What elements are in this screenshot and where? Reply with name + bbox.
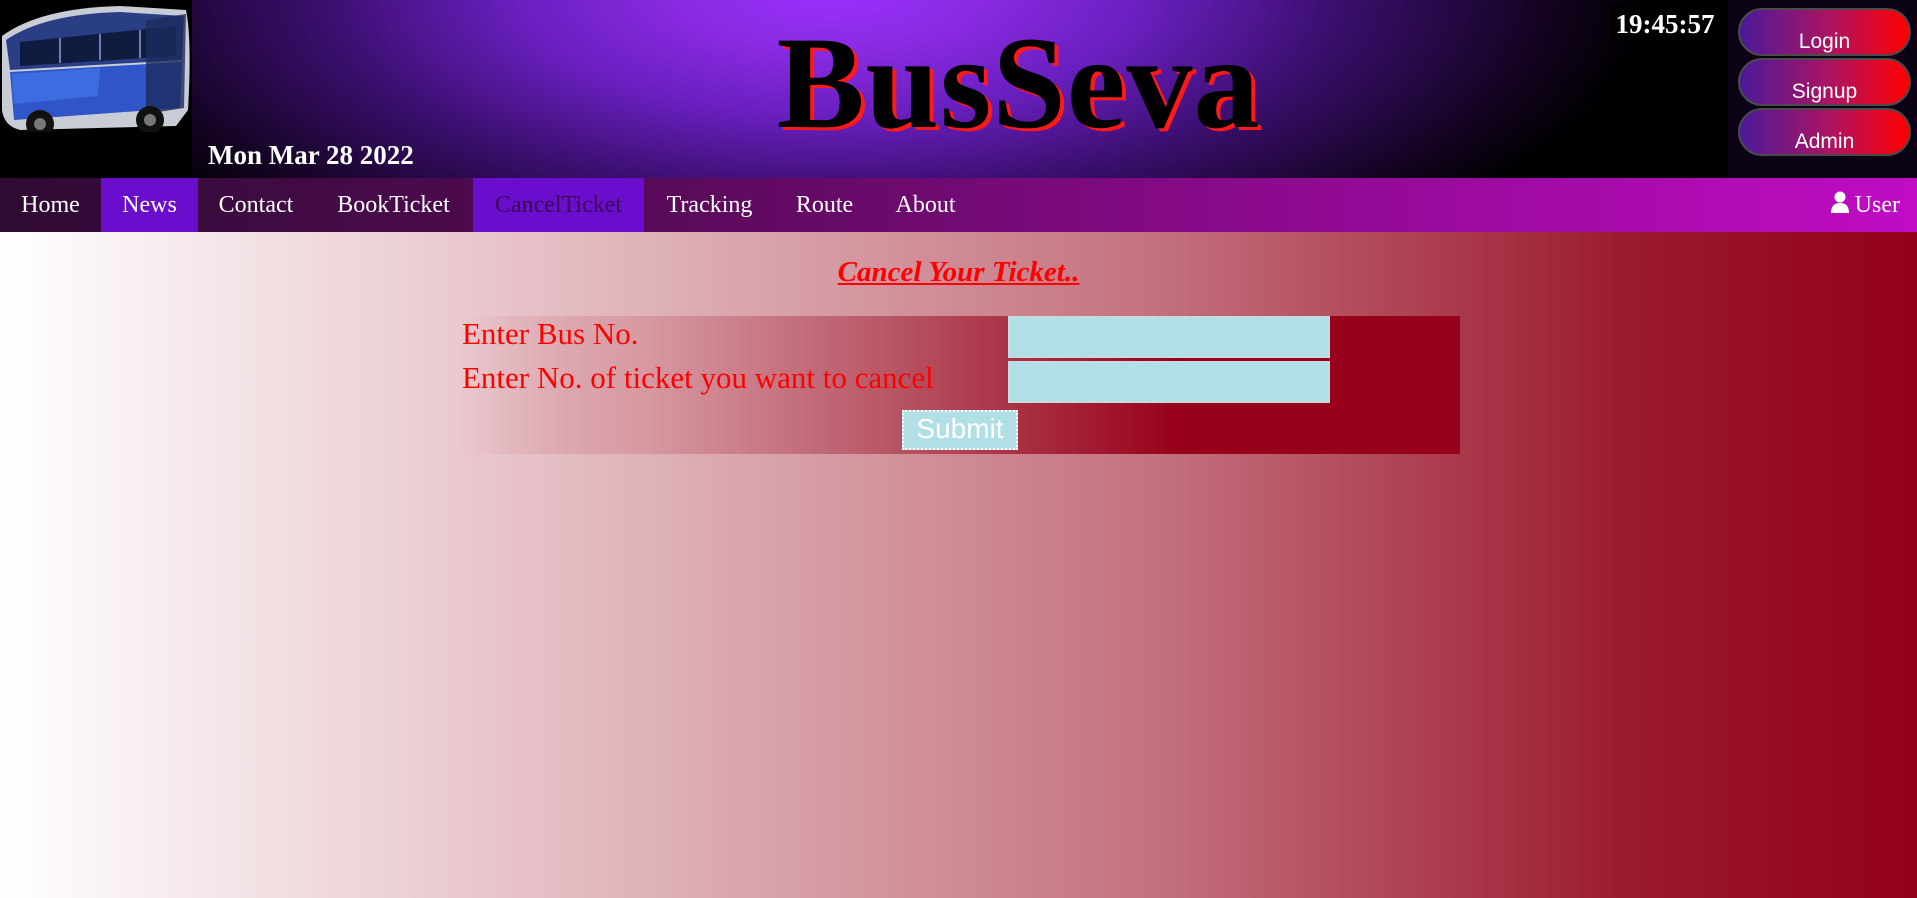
main-content: Cancel Your Ticket.. Enter Bus No. Enter… bbox=[0, 232, 1917, 898]
page-heading: Cancel Your Ticket.. bbox=[837, 256, 1080, 288]
bus-number-input[interactable] bbox=[1008, 316, 1330, 358]
signup-button[interactable]: Signup bbox=[1738, 58, 1911, 106]
bus-number-label: Enter Bus No. bbox=[462, 316, 639, 351]
nav-cancelticket[interactable]: CancelTicket bbox=[473, 178, 644, 232]
nav-home[interactable]: Home bbox=[0, 178, 101, 232]
ticket-count-input[interactable] bbox=[1008, 361, 1330, 403]
user-label: User bbox=[1854, 192, 1900, 218]
submit-button[interactable]: Submit bbox=[902, 410, 1018, 450]
current-date: Mon Mar 28 2022 bbox=[208, 140, 414, 170]
ticket-count-label: Enter No. of ticket you want to cancel bbox=[462, 360, 934, 395]
nav-tracking[interactable]: Tracking bbox=[644, 178, 775, 232]
user-menu[interactable]: User bbox=[1830, 178, 1900, 233]
nav-bookticket[interactable]: BookTicket bbox=[314, 178, 473, 232]
user-icon bbox=[1830, 179, 1849, 233]
site-header: BusSeva Mon Mar 28 2022 19:45:57 Login S… bbox=[0, 0, 1917, 178]
nav-about[interactable]: About bbox=[874, 178, 977, 232]
auth-panel: Login Signup Admin bbox=[1728, 0, 1917, 178]
nav-route[interactable]: Route bbox=[775, 178, 874, 232]
nav-contact[interactable]: Contact bbox=[198, 178, 314, 232]
cancel-ticket-form: Enter Bus No. Enter No. of ticket you wa… bbox=[462, 316, 1460, 454]
live-clock: 19:45:57 bbox=[1610, 6, 1720, 42]
admin-button[interactable]: Admin bbox=[1738, 108, 1911, 156]
main-nav: Home News Contact BookTicket CancelTicke… bbox=[0, 178, 1917, 232]
nav-news[interactable]: News bbox=[101, 178, 198, 232]
login-button[interactable]: Login bbox=[1738, 8, 1911, 56]
